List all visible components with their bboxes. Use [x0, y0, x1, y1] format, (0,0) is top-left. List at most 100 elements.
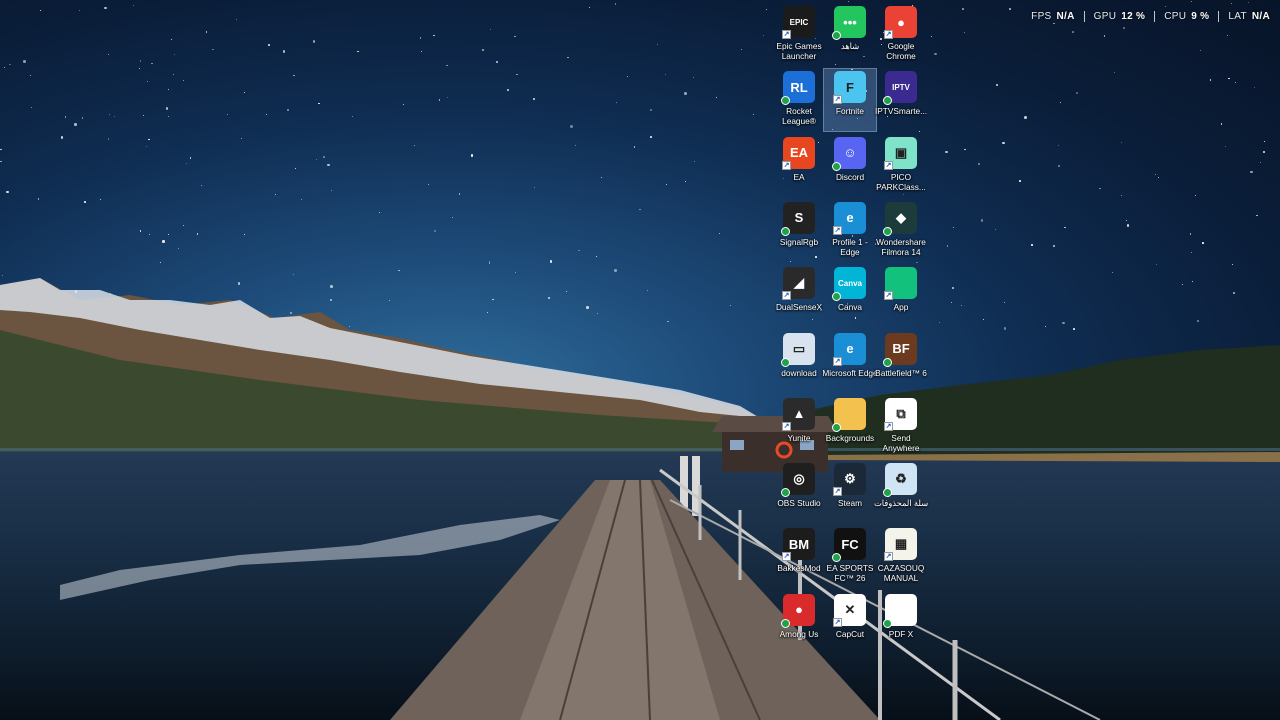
shortcut-arrow-icon: ↗	[884, 291, 893, 301]
shortcut-arrow-icon: ↗	[833, 617, 842, 627]
among-us-icon: ●	[781, 593, 815, 628]
desktop-icon-label: Microsoft Edge	[822, 367, 878, 378]
desktop-icon-filmora[interactable]: ◆ Wondershare Filmora 14	[875, 200, 927, 262]
desktop-icon-capcut[interactable]: ✕ ↗ CapCut	[824, 592, 876, 654]
desktop-icon-label: BakkesMod	[777, 563, 821, 574]
cazasouq-icon: ▦ ↗	[884, 528, 917, 562]
ea-fc-icon: FC	[832, 528, 866, 563]
sync-status-icon	[781, 488, 790, 498]
desktop-icon-edge-profile[interactable]: e ↗ Profile 1 - Edge	[824, 200, 876, 262]
desktop-icon-label: Rocket League®	[782, 106, 816, 127]
filmora-icon: ◆	[883, 201, 917, 236]
desktop-icon-label: Backgrounds	[825, 432, 875, 443]
desktop-icon-iptv[interactable]: IPTV IPTVSmarte...	[875, 69, 927, 131]
landscape-art	[0, 278, 1280, 720]
recycle-bin-icon: ♻	[883, 463, 917, 498]
desktop-icon-label: CapCut	[835, 628, 865, 639]
desktop-icon-label: سلة المحذوفات	[873, 498, 929, 509]
cpu-label: CPU	[1164, 11, 1187, 22]
shortcut-arrow-icon: ↗	[833, 356, 842, 366]
chrome-icon: ● ↗	[884, 6, 917, 39]
desktop-icon-label: Send Anywhere	[882, 432, 920, 453]
gpu-label: GPU	[1093, 11, 1117, 22]
desktop-icon-label: EA	[793, 171, 805, 182]
sync-status-icon	[883, 226, 892, 236]
sync-status-icon	[883, 357, 892, 367]
desktop-icon-bakkesmod[interactable]: BM ↗ BakkesMod	[773, 526, 825, 588]
desktop-icon-app[interactable]: ↗ App	[875, 265, 927, 327]
desktop-icon-label: Epic Games Launcher	[776, 41, 822, 61]
pdf-file-icon	[883, 593, 917, 628]
dualsensex-icon: ◢ ↗	[782, 267, 815, 301]
desktop-icon-label: OBS Studio	[777, 498, 821, 509]
shortcut-arrow-icon: ↗	[782, 30, 791, 39]
obs-icon: ◎	[781, 463, 815, 498]
desktop-icon-epic-games[interactable]: EPIC ↗ Epic Games Launcher	[773, 4, 825, 66]
desktop-icon-obs[interactable]: ◎ OBS Studio	[773, 461, 825, 523]
desktop-icon-label: Among Us	[779, 628, 819, 639]
sync-status-icon	[781, 618, 790, 628]
sync-status-icon	[832, 553, 841, 563]
shortcut-arrow-icon: ↗	[782, 552, 791, 562]
desktop-icon-label: Profile 1 - Edge	[832, 236, 868, 257]
shortcut-arrow-icon: ↗	[782, 421, 791, 431]
shahid-icon: •••	[832, 6, 866, 40]
desktop-icon-label: PICO PARKClass...	[876, 171, 926, 192]
performance-overlay: FPS N/A GPU 12 % CPU 9 % LAT N/A	[1022, 11, 1270, 22]
battlefield-icon: BF	[883, 332, 917, 367]
steam-icon: ⚙ ↗	[833, 463, 866, 497]
desktop-icon-signalrgb[interactable]: S SignalRgb	[773, 200, 825, 262]
desktop-icon-cazasouq[interactable]: ▦ ↗ CAZASOUQ MANUAL	[875, 526, 927, 588]
desktop-icon-edge[interactable]: e ↗ Microsoft Edge	[822, 331, 878, 393]
desktop-icon-rocket-league[interactable]: RL Rocket League®	[773, 69, 825, 131]
desktop-icon-chrome[interactable]: ● ↗ Google Chrome	[875, 4, 927, 66]
cpu-stat: CPU 9 %	[1155, 11, 1220, 22]
desktop-icon-ea[interactable]: EA ↗ EA	[773, 135, 825, 197]
sync-status-icon	[832, 31, 841, 40]
desktop-icon-dualsensex[interactable]: ◢ ↗ DualSenseX	[773, 265, 825, 327]
epic-games-icon: EPIC ↗	[782, 6, 815, 39]
sync-status-icon	[883, 488, 892, 498]
desktop-icon-label: App	[893, 302, 909, 313]
sync-status-icon	[781, 357, 790, 367]
shortcut-arrow-icon: ↗	[782, 160, 791, 170]
sync-status-icon	[832, 161, 841, 171]
desktop-icon-send-anywhere[interactable]: ⧉ ↗ Send Anywhere	[875, 396, 927, 458]
desktop-icon-label: Google Chrome	[886, 41, 916, 61]
desktop-icon-recycle-bin[interactable]: ♻ سلة المحذوفات	[873, 461, 929, 523]
bakkesmod-icon: BM ↗	[782, 528, 815, 562]
desktop-icon-label: CAZASOUQ MANUAL	[877, 563, 925, 584]
desktop-icon-battlefield[interactable]: BF Battlefield™ 6	[875, 331, 927, 393]
desktop-icon-folder[interactable]: Backgrounds	[824, 396, 876, 458]
desktop-icon-label: Fortnite	[835, 106, 865, 117]
desktop-icon-download[interactable]: ▭ download	[773, 331, 825, 393]
desktop-icon-yunite[interactable]: ▲ ↗ Yunite	[773, 396, 825, 458]
canva-icon: Canva	[832, 267, 866, 302]
desktop-icon-ea-fc[interactable]: FC EA SPORTS FC™ 26	[824, 526, 876, 588]
shortcut-arrow-icon: ↗	[833, 95, 842, 105]
desktop-wallpaper	[0, 0, 1280, 720]
sync-status-icon	[883, 96, 892, 106]
desktop-icon-canva[interactable]: Canva Canva	[824, 265, 876, 327]
desktop-icon-label: Canva	[838, 302, 862, 313]
send-anywhere-icon: ⧉ ↗	[884, 397, 917, 431]
fps-value: N/A	[1056, 11, 1075, 22]
shortcut-arrow-icon: ↗	[833, 487, 842, 497]
fortnite-icon: F ↗	[833, 71, 866, 105]
desktop-icon-label: شاهد	[840, 41, 860, 51]
desktop-icon-among-us[interactable]: ● Among Us	[773, 592, 825, 654]
desktop-icon-discord[interactable]: ☺ Discord	[824, 135, 876, 197]
desktop-icon-pico-park[interactable]: ▣ ↗ PICO PARKClass...	[875, 135, 927, 197]
rocket-league-icon: RL	[781, 71, 815, 106]
desktop-icon-fortnite[interactable]: F ↗ Fortnite	[823, 68, 877, 133]
desktop-icon-label: EA SPORTS FC™ 26	[826, 563, 874, 584]
shortcut-arrow-icon: ↗	[884, 421, 893, 431]
desktop-icon-label: DualSenseX	[775, 302, 823, 313]
desktop-icon-shahid[interactable]: ••• شاهد	[824, 4, 876, 66]
fps-stat: FPS N/A	[1022, 11, 1085, 22]
desktop-icon-label: SignalRgb	[779, 236, 819, 247]
desktop-icon-label: PDF X	[888, 628, 914, 639]
sync-status-icon	[781, 96, 790, 106]
desktop-icon-pdf-file[interactable]: PDF X	[875, 592, 927, 654]
desktop-icon-steam[interactable]: ⚙ ↗ Steam	[824, 461, 876, 523]
